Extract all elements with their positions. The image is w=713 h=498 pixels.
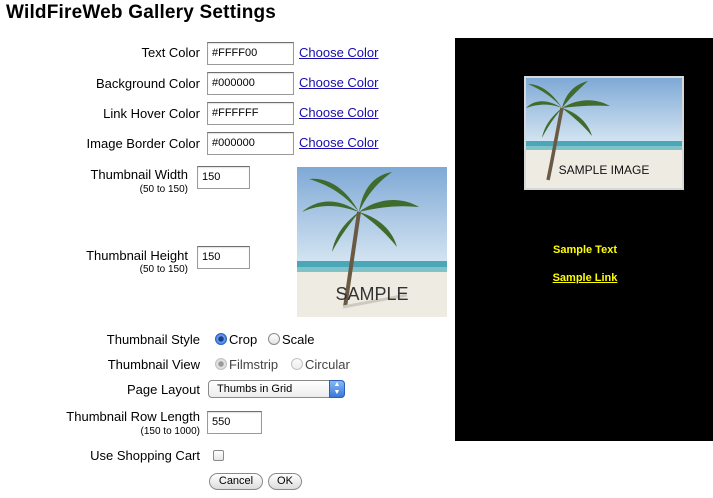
image-border-color-label: Image Border Color xyxy=(86,136,200,151)
shopping-cart-checkbox[interactable] xyxy=(213,450,224,461)
page-layout-selected-value: Thumbs in Grid xyxy=(217,383,293,395)
thumbnail-height-input[interactable]: 150 xyxy=(197,246,250,269)
up-down-chevron-icon: ▲ ▼ xyxy=(329,380,345,398)
thumbnail-view-filmstrip-radio[interactable] xyxy=(215,358,227,370)
image-border-color-input[interactable]: #000000 xyxy=(207,132,294,155)
link-hover-color-label: Link Hover Color xyxy=(103,106,200,121)
image-border-color-choose-link[interactable]: Choose Color xyxy=(299,135,379,150)
preview-sample-text: Sample Text xyxy=(553,244,617,256)
thumbnail-width-label: Thumbnail Width xyxy=(90,167,188,182)
ok-button[interactable]: OK xyxy=(268,473,302,490)
thumbnail-height-range: (50 to 150) xyxy=(139,264,188,275)
thumbnail-style-scale-label[interactable]: Scale xyxy=(282,332,315,347)
thumbnail-view-circular-label[interactable]: Circular xyxy=(305,357,350,372)
preview-image-caption: SAMPLE IMAGE xyxy=(558,163,650,177)
background-color-choose-link[interactable]: Choose Color xyxy=(299,75,379,90)
thumbnail-style-crop-label[interactable]: Crop xyxy=(229,332,257,347)
row-length-range: (150 to 1000) xyxy=(140,426,201,437)
row-length-label: Thumbnail Row Length xyxy=(66,409,200,424)
shopping-cart-label: Use Shopping Cart xyxy=(90,448,200,463)
background-color-label: Background Color xyxy=(95,76,200,91)
cancel-button[interactable]: Cancel xyxy=(209,473,263,490)
preview-thumbnail: SAMPLE IMAGE xyxy=(524,76,684,190)
thumbnail-view-label: Thumbnail View xyxy=(107,357,200,372)
thumbnail-width-range: (50 to 150) xyxy=(139,184,188,195)
thumbnail-view-circular-radio[interactable] xyxy=(291,358,303,370)
thumbnail-width-input[interactable]: 150 xyxy=(197,166,250,189)
page-title: WildFireWeb Gallery Settings xyxy=(6,2,277,23)
preview-sample-link[interactable]: Sample Link xyxy=(435,272,713,284)
preview-panel: SAMPLE IMAGE Sample Text Sample Link xyxy=(455,38,713,441)
text-color-choose-link[interactable]: Choose Color xyxy=(299,45,379,60)
background-color-input[interactable]: #000000 xyxy=(207,72,294,95)
text-color-label: Text Color xyxy=(141,45,200,60)
sample-image-caption: SAMPLE xyxy=(335,284,409,304)
thumbnail-style-crop-radio[interactable] xyxy=(215,333,227,345)
thumbnail-view-filmstrip-label[interactable]: Filmstrip xyxy=(229,357,278,372)
link-hover-color-input[interactable]: #FFFFFF xyxy=(207,102,294,125)
thumbnail-style-scale-radio[interactable] xyxy=(268,333,280,345)
thumbnail-height-label: Thumbnail Height xyxy=(86,248,188,263)
text-color-input[interactable]: #FFFF00 xyxy=(207,42,294,65)
page-layout-label: Page Layout xyxy=(126,382,200,397)
row-length-input[interactable]: 550 xyxy=(207,411,262,434)
thumbnail-style-label: Thumbnail Style xyxy=(106,332,200,347)
page-layout-select[interactable]: Thumbs in Grid ▲ ▼ xyxy=(208,380,345,398)
link-hover-color-choose-link[interactable]: Choose Color xyxy=(299,105,379,120)
sample-thumbnail-image: SAMPLE xyxy=(297,167,447,317)
